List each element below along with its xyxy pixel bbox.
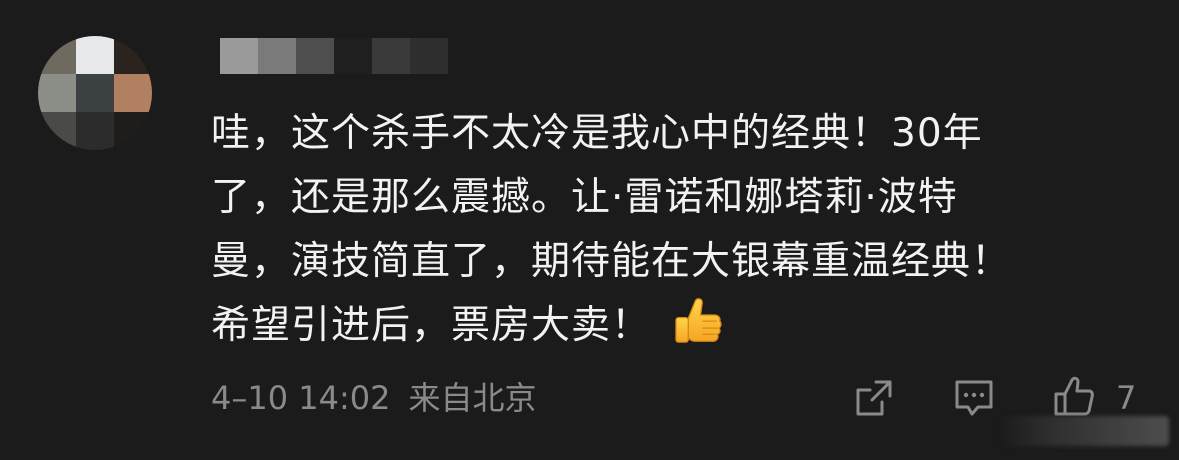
comment-line-text: 希望引进后，票房大卖！	[211, 303, 652, 348]
timestamp: 4–10 14:02	[211, 379, 391, 417]
username-pixel	[258, 38, 296, 74]
avatar-pixel	[114, 36, 152, 74]
avatar-pixel	[38, 74, 76, 112]
like-count: 7	[1116, 379, 1137, 417]
username-pixel	[410, 38, 448, 74]
avatar[interactable]	[38, 36, 152, 150]
username-pixel	[334, 38, 372, 74]
thumbs-up-emoji-icon	[675, 297, 722, 343]
avatar-pixel	[76, 74, 114, 112]
avatar-pixel	[38, 36, 76, 74]
location: 来自北京	[408, 379, 537, 417]
comment-line: 希望引进后，票房大卖！	[211, 294, 1111, 358]
watermark	[999, 416, 1169, 446]
comment-line: 曼，演技简直了，期待能在大银幕重温经典！	[211, 239, 1012, 284]
avatar-pixel	[76, 112, 114, 150]
comment-meta: 4–10 14:02 来自北京	[211, 376, 536, 420]
avatar-pixel	[38, 112, 76, 150]
share-icon[interactable]	[852, 376, 896, 420]
comment-line: 了，还是那么震撼。让·雷诺和娜塔莉·波特	[211, 175, 958, 220]
comment-line: 哇，这个杀手不太冷是我心中的经典！30年	[211, 111, 983, 156]
username-pixel	[296, 38, 334, 74]
username-pixel	[220, 38, 258, 74]
avatar-pixel	[114, 112, 152, 150]
comment-item: 哇，这个杀手不太冷是我心中的经典！30年 了，还是那么震撼。让·雷诺和娜塔莉·波…	[0, 0, 1179, 460]
comment-icon[interactable]	[952, 376, 996, 420]
username-pixel	[372, 38, 410, 74]
comment-text: 哇，这个杀手不太冷是我心中的经典！30年 了，还是那么震撼。让·雷诺和娜塔莉·波…	[211, 102, 1111, 358]
avatar-pixel	[76, 36, 114, 74]
thumbs-up-icon[interactable]	[1052, 374, 1096, 418]
username-pixelated[interactable]	[220, 38, 448, 74]
avatar-pixel	[114, 74, 152, 112]
